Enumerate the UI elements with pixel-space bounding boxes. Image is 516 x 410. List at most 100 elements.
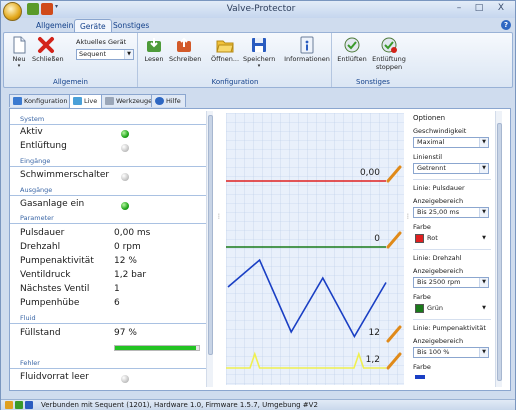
quick-access-dropdown-icon[interactable]: ▾ [55,3,63,15]
folder-open-icon [216,40,234,53]
line-pumpe-range-value: Bis 100 % [417,348,450,356]
chevron-down-icon: ▼ [124,50,133,59]
entlueftung-led [121,144,129,152]
param-value: 6 [114,298,120,308]
line-pulsdauer-range-select[interactable]: Bis 25,00 ms ▼ [413,207,489,218]
write-icon [177,37,191,52]
tab-konfiguration[interactable]: Konfiguration [9,94,73,107]
options-scrollbar-thumb[interactable] [497,123,502,381]
tab-werkzeuge[interactable]: Werkzeuge [101,94,158,107]
fluidvorrat-led [121,375,129,383]
chart-grid [226,113,404,385]
tab-hilfe[interactable]: Hilfe [151,94,186,107]
section-system: System [10,115,206,125]
group-allgemein: Neu ▾ Schließen Aktuelles Gerät Sequent … [4,33,138,87]
configuration-icon [13,97,22,105]
line-drehzahl-color-label: Farbe [413,293,431,301]
device-select[interactable]: Sequent ▼ [76,49,134,60]
right-splitter-handle[interactable]: ⋮ [405,213,411,221]
close-button[interactable]: X [493,2,509,15]
group-konfiguration-label: Konfiguration [211,78,259,86]
chevron-down-icon: ▼ [482,305,486,311]
new-button[interactable]: Neu ▾ [8,36,30,69]
information-button-label: Informationen [284,55,330,63]
color-swatch [415,234,424,243]
chevron-down-icon: ▼ [479,164,488,173]
bleed-button-label: Entlüften [337,55,367,63]
chevron-down-icon: ▼ [479,138,488,147]
tab-werkzeuge-label: Werkzeuge [116,97,153,105]
device-select-value: Sequent [79,50,107,58]
line-pulsdauer-color-picker[interactable]: Rot ▼ [413,233,489,244]
ribbon-tab-geraete[interactable]: Geräte [74,19,112,32]
window-title: Valve-Protector [226,4,296,14]
new-document-icon [13,36,26,54]
save-button[interactable]: Speichern ▾ [243,36,275,69]
group-konfiguration: Lesen Schreiben Öffnen... Speichern ▾ In… [139,33,332,87]
status-warning-icon [5,401,13,409]
maximize-button[interactable]: □ [471,2,487,15]
speed-label: Geschwindigkeit [413,127,467,135]
read-button-label: Lesen [144,55,164,63]
left-scrollbar-thumb[interactable] [208,115,213,355]
line-style-select[interactable]: Getrennt ▼ [413,163,489,174]
line-pulsdauer-color-name: Rot [427,234,438,242]
param-label: Pumpenaktivität [20,256,94,266]
ribbon-tab-allgemein[interactable]: Allgemein [31,19,78,32]
fuellstand-bar-fill [115,346,197,350]
left-splitter-handle[interactable]: ⋮ [216,213,222,221]
group-allgemein-label: Allgemein [53,78,88,86]
title-bar: ▾ Valve-Protector – □ X [1,1,515,21]
section-fluid: Fluid [10,314,206,324]
line-drehzahl-color-picker[interactable]: Grün ▼ [413,303,489,314]
param-label: Drehzahl [20,242,61,252]
schwimmerschalter-led [121,173,129,181]
line-pumpe-range-select[interactable]: Bis 100 % ▼ [413,347,489,358]
options-divider [413,179,491,180]
bleed-valve-icon [344,37,360,53]
speed-select-value: Maximal [417,138,445,146]
left-scrollbar[interactable] [206,111,213,387]
fuellstand-label: Füllstand [20,328,61,338]
line-pumpe-color-label: Farbe [413,363,431,371]
device-combo-label: Aktuelles Gerät [76,38,127,46]
status-text: Verbunden mit Sequent (1201), Hardware 1… [41,401,318,409]
bleed-button[interactable]: Entlüften [337,36,367,63]
tab-live[interactable]: Live [69,94,103,108]
chart-trace-readout: 12 [369,328,380,338]
quick-access-new-icon[interactable] [27,3,39,15]
stop-bleed-button[interactable]: Entlüftung stoppen [369,36,409,71]
line-drehzahl-range-value: Bis 2500 rpm [417,278,461,286]
ribbon-tab-sonstiges[interactable]: Sonstiges [108,19,154,32]
help-icon[interactable]: ? [501,20,511,30]
speed-select[interactable]: Maximal ▼ [413,137,489,148]
line-drehzahl-title: Linie: Drehzahl [413,254,462,262]
close-device-button[interactable]: Schließen [32,36,64,63]
section-fehler: Fehler [10,359,206,369]
status-connected-icon [15,401,23,409]
quick-access-close-icon[interactable] [41,3,53,15]
line-pulsdauer-range-value: Bis 25,00 ms [417,208,460,216]
param-label: Ventildruck [20,270,71,280]
ribbon: Neu ▾ Schließen Aktuelles Gerät Sequent … [3,32,513,88]
open-button[interactable]: Öffnen... [209,36,241,63]
options-scrollbar[interactable] [495,111,502,387]
param-value: 0 rpm [114,242,141,252]
live-icon [73,97,82,105]
chevron-down-icon: ▼ [482,235,486,241]
write-button-label: Schreiben [169,55,202,63]
section-parameter: Parameter [10,214,206,224]
help-icon [155,97,164,105]
options-panel: Optionen Geschwindigkeit Maximal ▼ Linie… [413,113,495,385]
param-label: Pulsdauer [20,228,65,238]
information-button[interactable]: Informationen [284,36,330,63]
options-divider [413,249,491,250]
aktiv-label: Aktiv [20,127,43,137]
status-device-icon [25,401,33,409]
gasanlage-label: Gasanlage ein [20,199,85,209]
write-button[interactable]: Schreiben [169,36,202,63]
param-label: Pumpenhübe [20,298,80,308]
line-drehzahl-range-select[interactable]: Bis 2500 rpm ▼ [413,277,489,288]
minimize-button[interactable]: – [451,2,467,15]
read-button[interactable]: Lesen [143,36,165,63]
